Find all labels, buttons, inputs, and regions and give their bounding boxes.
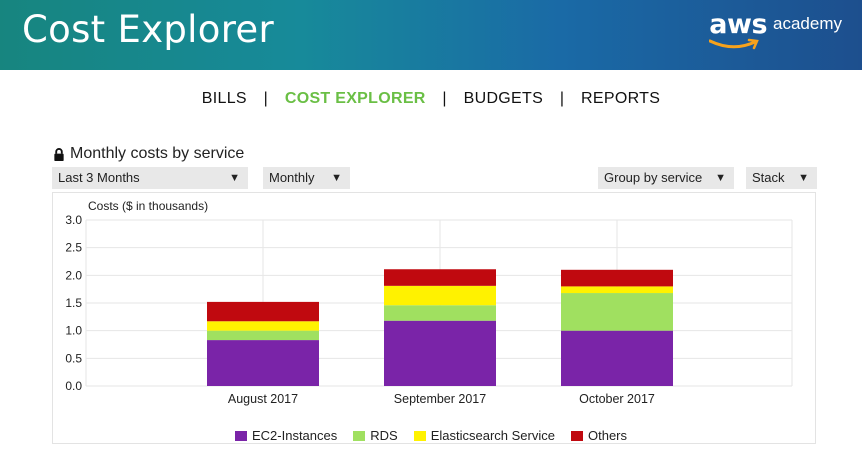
- date-range-dropdown[interactable]: Last 3 Months ▼: [52, 167, 248, 189]
- nav-separator: |: [442, 90, 447, 107]
- chart-container: [52, 192, 816, 444]
- legend-item-rds[interactable]: RDS: [353, 428, 398, 443]
- granularity-value: Monthly: [269, 170, 315, 185]
- chevron-down-icon: ▼: [798, 172, 809, 184]
- logo-aws-text: aws: [709, 9, 768, 40]
- nav-separator: |: [559, 90, 565, 107]
- legend-label-elasticsearch: Elasticsearch Service: [430, 428, 555, 443]
- legend-label-others: Others: [587, 428, 627, 443]
- aws-smile-icon: [709, 38, 760, 50]
- legend-label-ec2: EC2-Instances: [251, 428, 338, 443]
- legend-label-rds: RDS: [370, 428, 398, 443]
- chevron-down-icon: ▼: [331, 172, 342, 184]
- section-title-text: Monthly costs by service: [70, 145, 245, 162]
- legend-swatch-elasticsearch: [413, 430, 426, 441]
- group-by-dropdown[interactable]: Group by service ▼: [598, 167, 734, 189]
- chart-style-value: Stack: [752, 170, 785, 185]
- aws-academy-logo: aws academy: [709, 9, 842, 50]
- legend-swatch-ec2: [234, 430, 247, 441]
- nav-budgets[interactable]: BUDGETS: [464, 90, 543, 107]
- nav-reports[interactable]: REPORTS: [581, 90, 660, 107]
- legend-swatch-others: [570, 430, 583, 441]
- legend-item-ec2[interactable]: EC2-Instances: [234, 428, 338, 443]
- section-title: Monthly costs by service: [53, 145, 244, 163]
- header-banner: Cost Explorer aws academy: [0, 0, 862, 70]
- granularity-dropdown[interactable]: Monthly ▼: [263, 167, 350, 189]
- page-title: Cost Explorer: [22, 8, 274, 51]
- billing-nav: BILLS | COST EXPLORER | BUDGETS | REPORT…: [0, 90, 862, 108]
- lock-icon: [54, 147, 64, 161]
- legend-swatch-rds: [353, 430, 366, 441]
- nav-bills[interactable]: BILLS: [202, 90, 247, 107]
- chevron-down-icon: ▼: [715, 172, 726, 184]
- nav-cost-explorer[interactable]: COST EXPLORER: [285, 90, 426, 107]
- legend-item-others[interactable]: Others: [570, 428, 627, 443]
- chevron-down-icon: ▼: [229, 172, 240, 184]
- legend-item-elasticsearch[interactable]: Elasticsearch Service: [413, 428, 555, 443]
- chart-legend: EC2-Instances RDS Elasticsearch Service …: [0, 428, 862, 443]
- nav-separator: |: [263, 90, 269, 107]
- logo-academy-text: academy: [773, 14, 842, 33]
- date-range-value: Last 3 Months: [58, 170, 140, 185]
- chart-style-dropdown[interactable]: Stack ▼: [746, 167, 817, 189]
- group-by-value: Group by service: [604, 170, 703, 185]
